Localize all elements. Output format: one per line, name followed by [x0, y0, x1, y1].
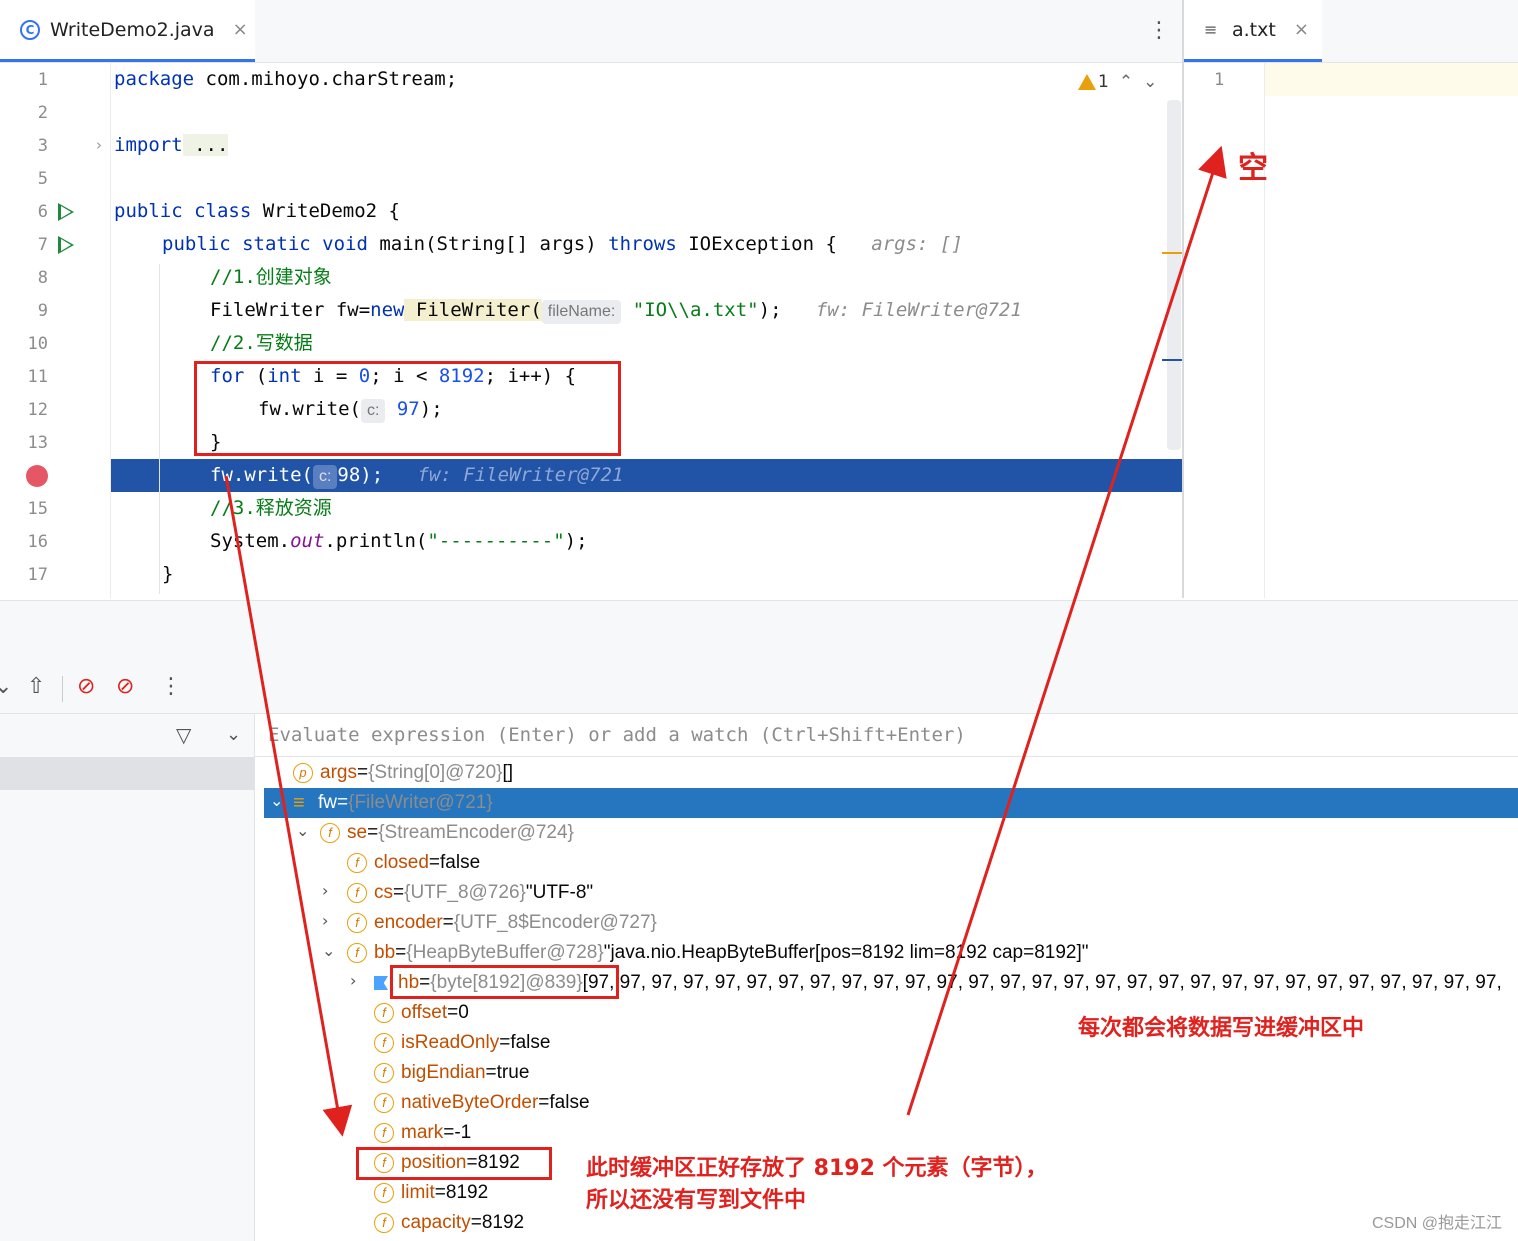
- arrow-to-empty-file: [906, 145, 1227, 1116]
- buffer-full-annotation-2: 所以还没有写到文件中: [586, 1188, 807, 1213]
- empty-annotation: 空: [1238, 151, 1268, 186]
- buffer-full-annotation-1: 此时缓冲区正好存放了 8192 个元素（字节），: [586, 1156, 1048, 1181]
- watermark: CSDN @抱走江江: [1371, 1215, 1502, 1232]
- annotation-arrows: [224, 145, 1227, 1137]
- arrow-to-position: [224, 475, 353, 1137]
- buffer-write-annotation: 每次都会将数据写进缓冲区中: [1078, 1016, 1365, 1041]
